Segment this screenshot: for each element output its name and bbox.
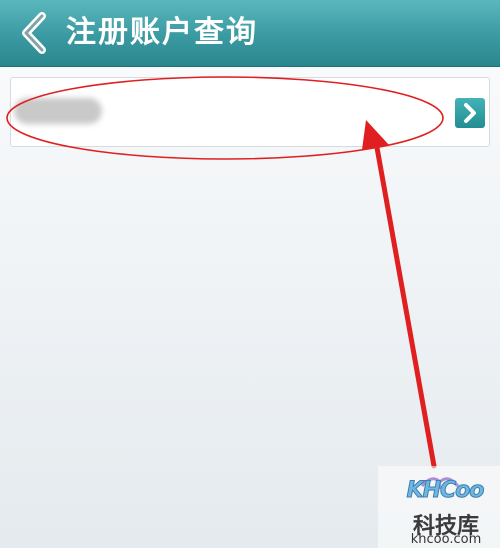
watermark-logo-text: KHCoo [406,478,485,504]
title-bar: 注册账户查询 [0,0,500,67]
page-title: 注册账户查询 [66,15,258,50]
next-button[interactable] [455,98,485,128]
redacted-account-name [14,98,102,124]
chevron-right-icon [464,103,476,123]
chevron-left-icon [22,12,46,54]
annotation-arrow-shaft [373,139,437,469]
back-button[interactable] [16,10,56,56]
watermark-url: khcoo.com [410,532,482,547]
page: 注册账户查询 KHCoo 科技库 khcoo.com [0,0,500,548]
